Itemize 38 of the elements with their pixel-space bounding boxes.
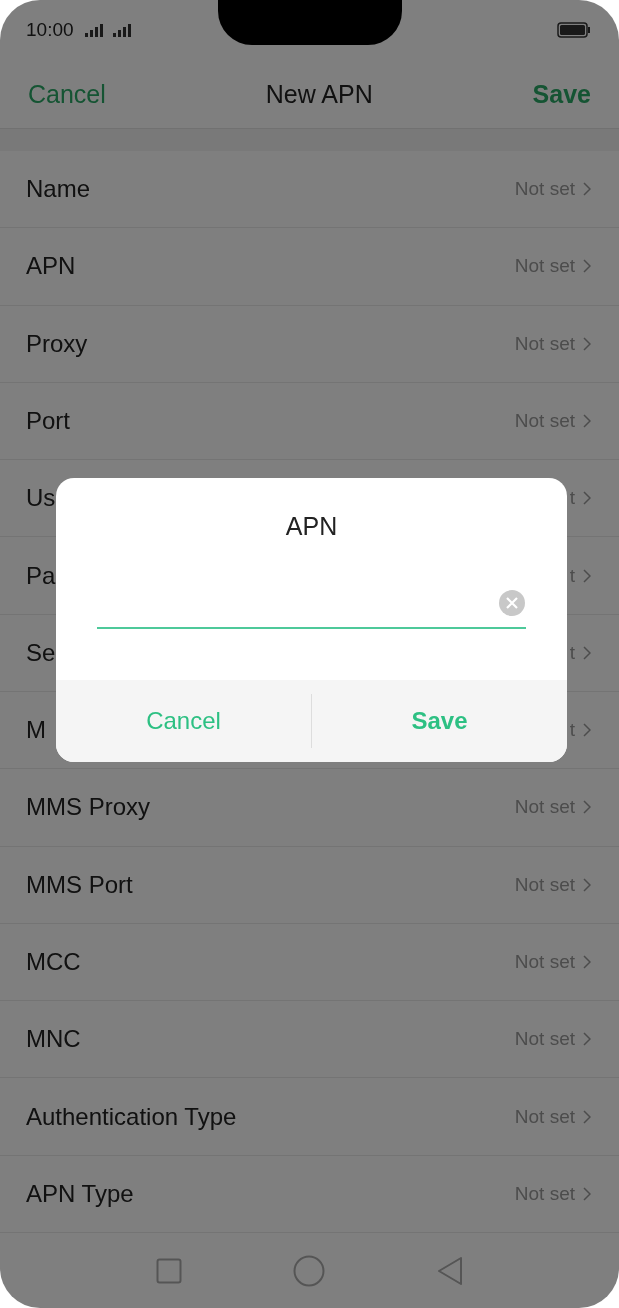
circle-icon[interactable] [293,1254,326,1287]
chevron-icon [583,723,591,738]
row-label: Name [26,175,91,204]
row-label: Authentication Type [26,1102,237,1131]
chevron-icon [583,182,591,197]
row-label: Proxy [26,329,88,358]
chevron-icon [583,645,591,660]
row-label: MMS Port [26,870,133,899]
chevron-icon [583,877,591,892]
triangle-icon[interactable] [437,1255,464,1286]
signal-icon [111,23,134,37]
status-time: 10:00 [26,19,74,41]
row-label: Port [26,407,70,435]
row-label: Pa [26,561,56,590]
row-label: APN [26,252,76,281]
row-label: MCC [26,947,81,976]
square-icon[interactable] [155,1257,182,1284]
chevron-icon [583,1032,591,1047]
row-label: Se [26,638,56,667]
chevron-icon [583,414,591,428]
row-label: M [26,716,46,745]
dialog-title: APN [284,512,339,541]
row-label: MNC [26,1025,81,1054]
row-label: MMS Proxy [26,793,150,822]
clear-icon[interactable] [498,589,526,617]
chevron-icon [583,954,591,969]
chevron-icon [583,800,591,815]
chevron-icon [583,259,591,274]
chevron-icon [583,336,591,351]
row-label: APN Type [26,1179,134,1208]
chevron-icon [583,568,591,583]
chevron-icon [583,1109,591,1124]
chevron-icon [583,491,591,506]
battery-icon [557,22,591,38]
signal-icon [83,23,106,37]
row-label: Us [26,484,56,513]
page-title: New APN [265,79,373,109]
chevron-icon [583,1186,591,1201]
